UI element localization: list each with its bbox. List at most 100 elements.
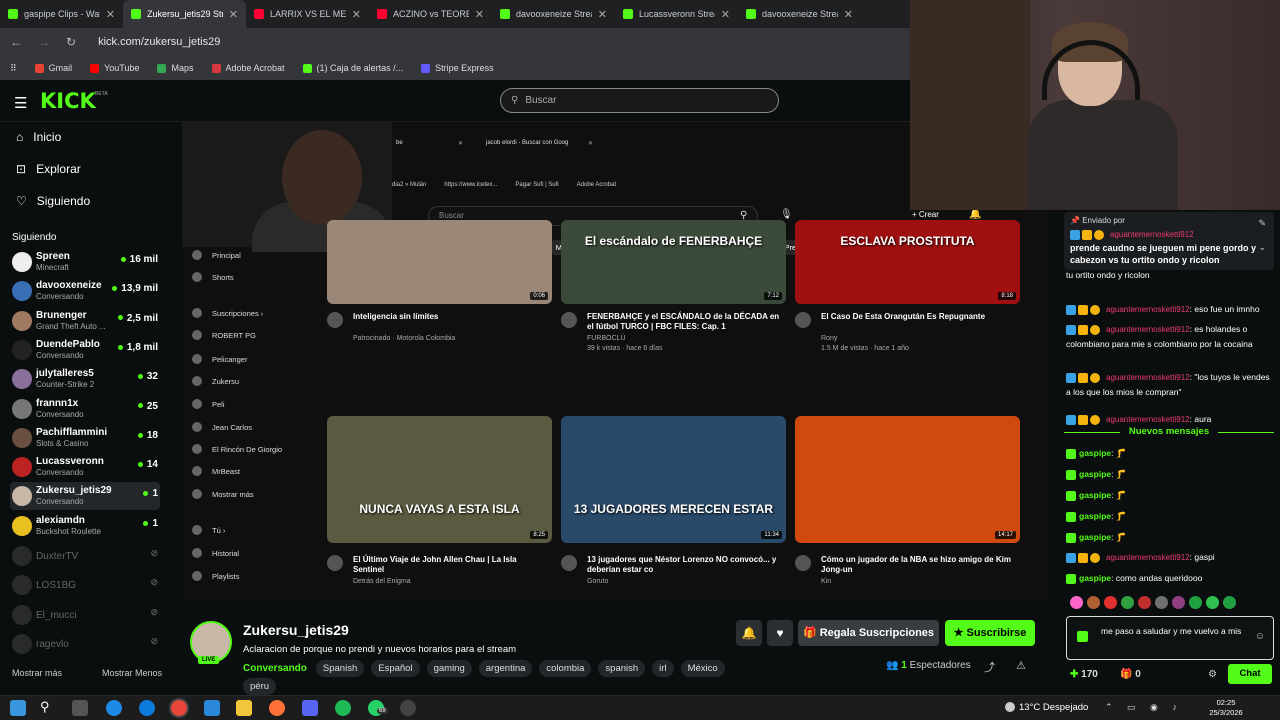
chat-username[interactable]: aguantemernosketti912 xyxy=(1106,305,1190,314)
close-icon[interactable]: ✕ xyxy=(598,8,607,21)
emote-icon[interactable] xyxy=(1138,596,1151,609)
close-icon[interactable]: ✕ xyxy=(844,8,853,21)
emote-icon[interactable] xyxy=(1104,596,1117,609)
tag[interactable]: péru xyxy=(243,678,277,695)
close-icon[interactable]: ✕ xyxy=(229,8,238,21)
chat-username[interactable]: aguantemernosketti912 xyxy=(1106,325,1190,334)
emote-icon[interactable] xyxy=(1070,596,1083,609)
points-display[interactable]: ✚ 170 xyxy=(1070,669,1098,680)
browser-tab[interactable]: LARRIX VS EL MENOR ✕ xyxy=(246,0,369,28)
back-icon[interactable]: ← xyxy=(10,35,22,49)
store-icon[interactable] xyxy=(204,700,220,716)
chat-username[interactable]: aguantemernosketti912 xyxy=(1106,373,1190,382)
tag[interactable]: spanish xyxy=(598,660,646,677)
chat-username[interactable]: gaspipe xyxy=(1079,448,1111,458)
close-icon[interactable]: ✕ xyxy=(106,8,115,21)
browser-tab[interactable]: davooxeneize Stream ✕ xyxy=(738,0,861,28)
following-item[interactable]: julytalleres5 Counter-Strike 2 32 xyxy=(10,365,160,393)
following-item[interactable]: Pachifflammini Slots & Casino 18 xyxy=(10,424,160,452)
report-icon[interactable]: ⚠ xyxy=(1016,659,1026,672)
edge-icon[interactable] xyxy=(139,700,155,716)
kick-logo[interactable]: KICK xyxy=(40,89,96,113)
emote-icon[interactable] xyxy=(1121,596,1134,609)
tag[interactable]: México xyxy=(680,660,725,677)
tag[interactable]: gaming xyxy=(426,660,472,677)
subscribe-button[interactable]: ★ Suscribirse xyxy=(945,620,1035,646)
browser-tab[interactable]: ACZINO vs TEOREMA ✕ xyxy=(369,0,492,28)
show-more-link[interactable]: Mostrar más xyxy=(12,668,62,678)
chat-username[interactable]: gaspipe xyxy=(1079,490,1111,500)
chrome-icon[interactable] xyxy=(171,700,187,716)
following-item[interactable]: DuendePablo Conversando 1,8 mil xyxy=(10,336,160,364)
chat-username[interactable]: gaspipe xyxy=(1079,532,1111,542)
following-item[interactable]: Spreen Minecraft 16 mil xyxy=(10,248,160,276)
chat-username[interactable]: gaspipe xyxy=(1079,511,1111,521)
following-item[interactable]: Zukersu_jetis29 Conversando 1 xyxy=(10,482,160,511)
following-item-offline[interactable]: El_mucci ⊘ xyxy=(10,601,160,629)
chevron-down-icon[interactable]: ⌄ xyxy=(1258,242,1266,253)
following-item[interactable]: frannn1x Conversando 25 xyxy=(10,395,160,423)
url-text[interactable]: kick.com/zukersu_jetis29 xyxy=(98,36,220,48)
unpin-icon[interactable]: ✎ xyxy=(1258,218,1266,229)
tag[interactable]: Spanish xyxy=(315,660,365,677)
apps-icon[interactable]: ⠿ xyxy=(10,63,17,74)
discord-icon[interactable] xyxy=(302,700,318,716)
search-icon[interactable]: ⚲ xyxy=(40,699,50,715)
bookmark-gmail[interactable]: Gmail xyxy=(34,63,72,73)
search-input[interactable]: ⚲ Buscar xyxy=(500,88,779,113)
show-less-link[interactable]: Mostrar Menos xyxy=(102,668,162,678)
emoji-icon[interactable]: ☺ xyxy=(1255,631,1265,642)
following-item-offline[interactable]: LOS1BG ⊘ xyxy=(10,571,160,599)
reload-icon[interactable]: ↻ xyxy=(66,35,76,49)
tag[interactable]: Español xyxy=(371,660,420,677)
file-explorer-icon[interactable] xyxy=(236,700,252,716)
following-item-offline[interactable]: DuxterTV ⊘ xyxy=(10,542,160,570)
nav-inicio[interactable]: ⌂ Inicio xyxy=(16,130,61,144)
share-icon[interactable]: ⤴ xyxy=(984,659,995,675)
chat-username[interactable]: gaspipe xyxy=(1079,573,1111,583)
following-item[interactable]: Brunenger Grand Theft Auto ... 2,5 mil xyxy=(10,307,160,335)
browser-tab[interactable]: Zukersu_jetis29 Stream ✕ xyxy=(123,0,246,28)
nav-siguiendo[interactable]: ♡ Siguiendo xyxy=(16,194,90,208)
task-view-icon[interactable] xyxy=(72,700,88,716)
chat-send-button[interactable]: Chat xyxy=(1228,664,1272,684)
emote-icon[interactable] xyxy=(1155,596,1168,609)
browser-tab[interactable]: gaspipe Clips - Watch ✕ xyxy=(0,0,123,28)
nav-explorar[interactable]: ⊡ Explorar xyxy=(16,162,81,176)
bookmark-adobe[interactable]: Adobe Acrobat xyxy=(211,63,285,73)
notification-bell-button[interactable]: 🔔 xyxy=(736,620,762,646)
browser-tab[interactable]: Lucassveronn Stream ✕ xyxy=(615,0,738,28)
category-link[interactable]: Conversando xyxy=(243,663,307,674)
following-item[interactable]: alexiamdn Buckshot Roulette 1 xyxy=(10,512,160,540)
following-item[interactable]: Lucassveronn Conversando 14 xyxy=(10,453,160,481)
bookmark-alerts[interactable]: (1) Caja de alertas /... xyxy=(302,63,403,73)
chat-settings-icon[interactable]: ⚙ xyxy=(1208,669,1217,680)
system-tray[interactable]: ⌃ ▭ ◉ ♪ xyxy=(1105,702,1183,713)
forward-icon[interactable]: → xyxy=(38,35,50,49)
copilot-icon[interactable] xyxy=(106,700,122,716)
weather-widget[interactable]: 13°C Despejado xyxy=(1005,702,1088,713)
close-icon[interactable]: ✕ xyxy=(475,8,484,21)
bookmark-maps[interactable]: Maps xyxy=(157,63,194,73)
emote-icon[interactable] xyxy=(1223,596,1236,609)
bookmark-youtube[interactable]: YouTube xyxy=(90,63,139,73)
hamburger-menu-icon[interactable]: ☰ xyxy=(14,94,27,112)
tag[interactable]: argentina xyxy=(478,660,533,677)
bookmark-stripe[interactable]: Stripe Express xyxy=(421,63,494,73)
follow-heart-button[interactable]: ♥ xyxy=(767,620,793,646)
following-item[interactable]: davooxeneize Conversando 13,9 mil xyxy=(10,277,160,305)
spotify-icon[interactable] xyxy=(335,700,351,716)
following-item-offline[interactable]: ragevlo ⊘ xyxy=(10,630,160,658)
close-icon[interactable]: ✕ xyxy=(352,8,361,21)
chat-input[interactable]: me paso a saludar y me vuelvo a mis ☺ xyxy=(1066,616,1274,660)
firefox-icon[interactable] xyxy=(269,700,285,716)
clock[interactable]: 02:25 25/3/2026 xyxy=(1206,698,1246,718)
emote-icon[interactable] xyxy=(1206,596,1219,609)
emote-icon[interactable] xyxy=(1189,596,1202,609)
windows-start-icon[interactable] xyxy=(10,700,26,716)
chat-username[interactable]: aguantemernosketti912 xyxy=(1106,553,1190,562)
channel-name[interactable]: Zukersu_jetis29 xyxy=(243,622,349,638)
emote-icon[interactable] xyxy=(1172,596,1185,609)
close-icon[interactable]: ✕ xyxy=(721,8,730,21)
obs-icon[interactable] xyxy=(400,700,416,716)
